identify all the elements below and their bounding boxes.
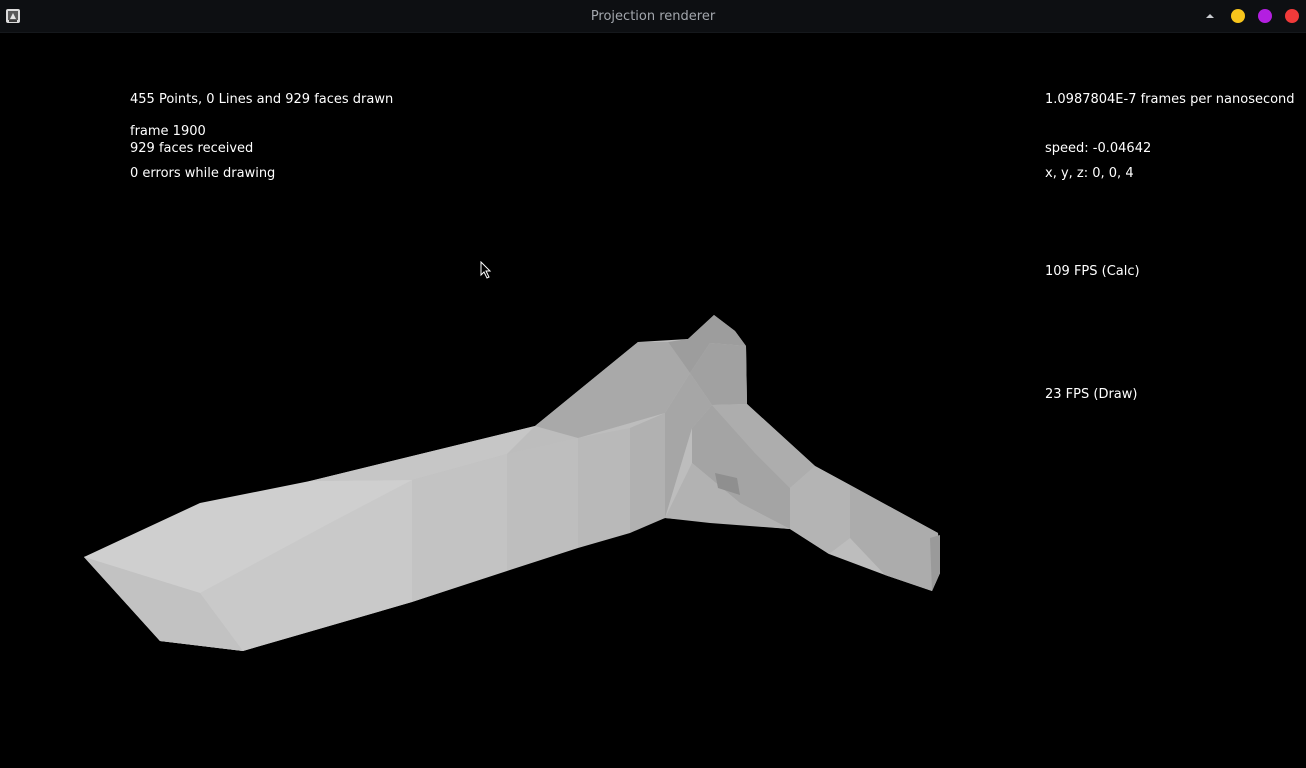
position-readout: x, y, z: 0, 0, 4 [1045,166,1134,181]
model-face [412,454,507,602]
maximize-button[interactable] [1258,9,1272,23]
model-face [630,413,665,533]
minimize-button[interactable] [1231,9,1245,23]
model-face [850,485,940,591]
error-count: 0 errors while drawing [130,166,276,181]
close-button[interactable] [1285,9,1299,23]
title-bar[interactable]: Projection renderer [0,0,1306,33]
model-face [507,438,578,571]
speed-readout: speed: -0.04642 [1045,141,1152,156]
model-face [578,428,630,548]
frames-per-nanosecond: 1.0987804E-7 frames per nanosecond [1045,92,1295,107]
points-lines-faces-count: 455 Points, 0 Lines and 929 faces drawn [130,92,394,107]
mouse-pointer-icon [480,261,492,279]
caret-up-icon[interactable] [1204,10,1216,22]
frame-counter: frame 1900 [130,124,206,139]
faces-received: 929 faces received [130,141,254,156]
fps-calc: 109 FPS (Calc) [1045,264,1140,279]
render-canvas[interactable]: 455 Points, 0 Lines and 929 faces drawn … [0,33,1306,768]
app-window: Projection renderer 455 Points, 0 Lines … [0,0,1306,768]
fps-draw: 23 FPS (Draw) [1045,387,1138,402]
window-title: Projection renderer [590,9,716,24]
